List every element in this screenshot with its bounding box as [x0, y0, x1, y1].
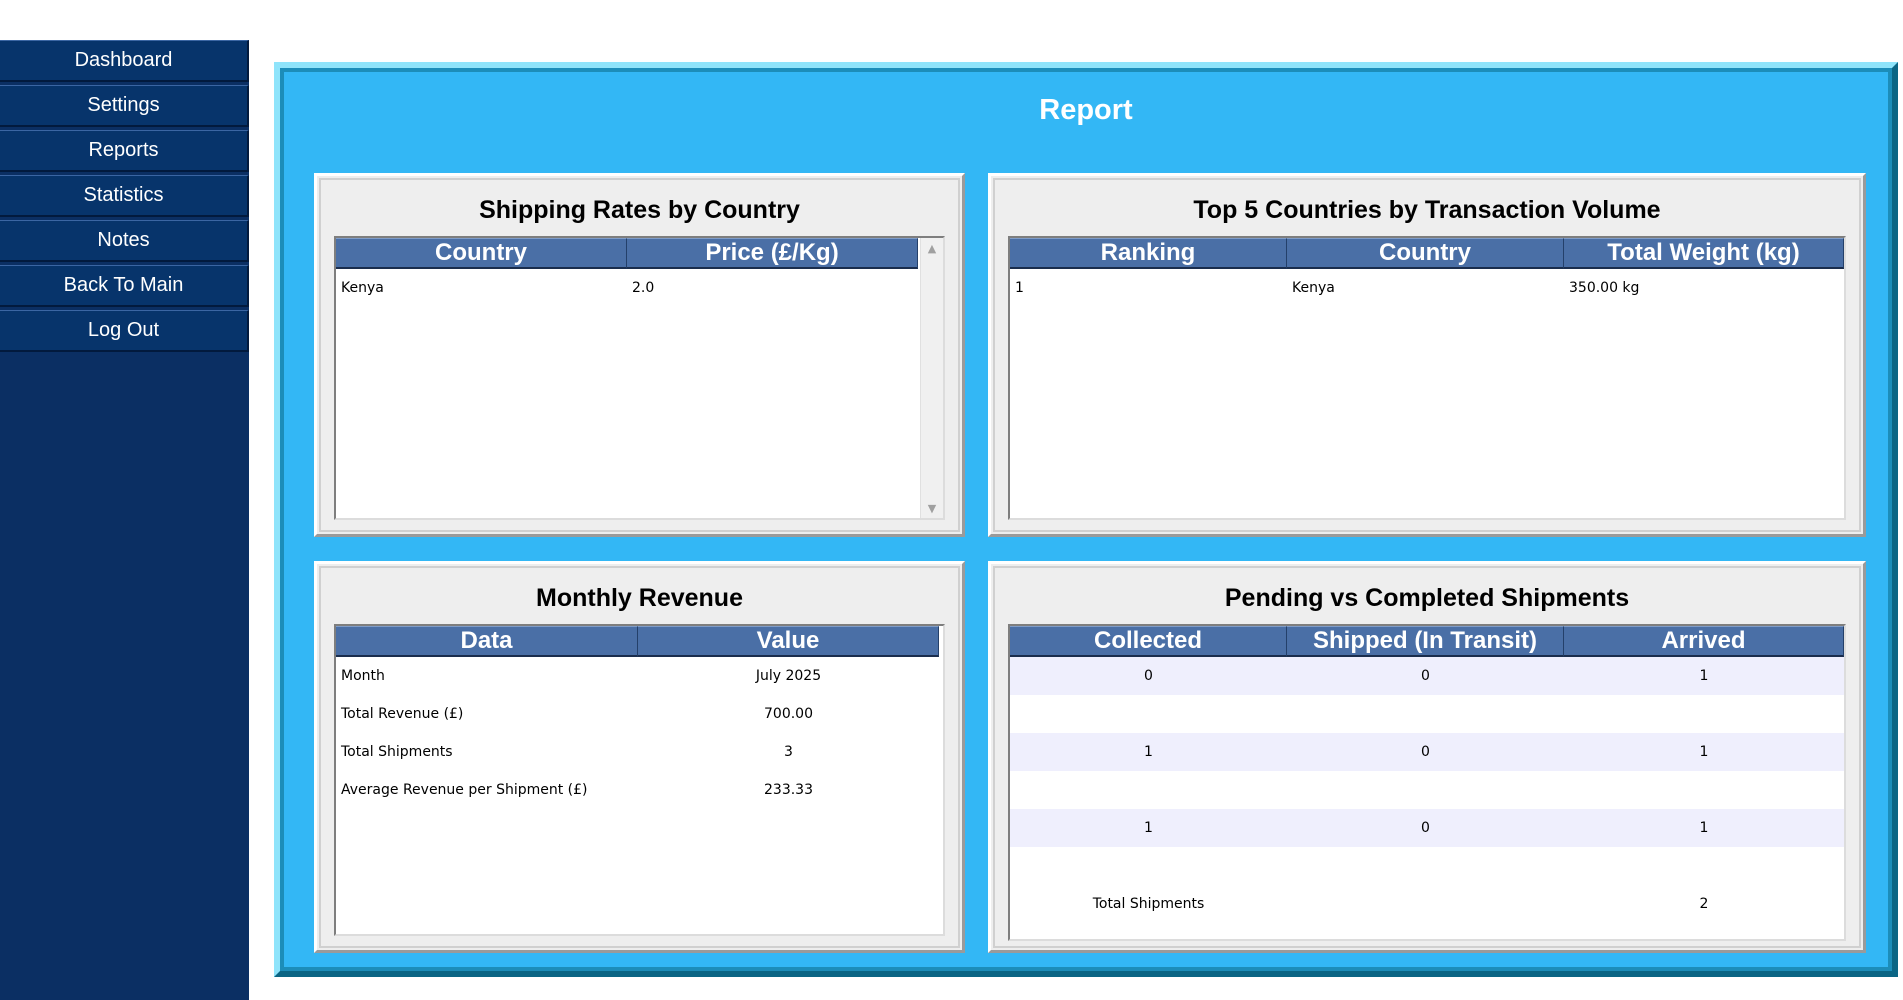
top-countries-title: Top 5 Countries by Transaction Volume [1193, 196, 1661, 224]
shipping-rates-table[interactable]: Country Price (£/Kg) Kenya 2.0 ▲ ▼ [334, 236, 945, 520]
cell-shipped: 0 [1421, 820, 1430, 836]
report-frame: Report Shipping Rates by Country Country… [274, 62, 1898, 977]
table-row[interactable]: 1 0 1 [1010, 809, 1844, 847]
scroll-down-icon[interactable]: ▼ [921, 498, 943, 518]
total-shipments-value: 2 [1699, 896, 1709, 912]
table-row[interactable]: 0 0 1 [1010, 657, 1844, 695]
column-header-value[interactable]: Value [638, 626, 939, 657]
shipping-rates-header: Country Price (£/Kg) [336, 238, 918, 269]
table-row[interactable]: Average Revenue per Shipment (£) 233.33 [336, 771, 943, 809]
cell-price: 2.0 [632, 280, 655, 296]
table-row[interactable]: 1 Kenya 350.00 kg [1010, 269, 1844, 307]
cell-total-weight: 350.00 kg [1569, 280, 1640, 296]
cell-data-value: July 2025 [755, 668, 822, 684]
nav-reports-button[interactable]: Reports [0, 130, 249, 172]
total-shipments-label: Total Shipments [1092, 896, 1205, 912]
top-countries-table[interactable]: Ranking Country Total Weight (kg) 1 Keny… [1008, 236, 1846, 520]
table-row[interactable]: Total Shipments 3 [336, 733, 943, 771]
table-row[interactable]: Total Revenue (£) 700.00 [336, 695, 943, 733]
shipments-header: Collected Shipped (In Transit) Arrived [1010, 626, 1844, 657]
nav-back-to-main-button[interactable]: Back To Main [0, 265, 249, 307]
table-row[interactable] [1010, 771, 1844, 809]
top-countries-header: Ranking Country Total Weight (kg) [1010, 238, 1844, 269]
scroll-up-icon[interactable]: ▲ [921, 238, 943, 258]
cell-data-label: Total Shipments [341, 744, 453, 760]
table-row[interactable]: Kenya 2.0 [336, 269, 918, 307]
column-header-total-weight[interactable]: Total Weight (kg) [1564, 238, 1844, 269]
cell-arrived: 1 [1699, 668, 1709, 684]
cell-country: Kenya [341, 280, 384, 296]
cell-data-label: Total Revenue (£) [341, 706, 464, 722]
monthly-revenue-title: Monthly Revenue [536, 584, 743, 612]
shipping-rates-panel: Shipping Rates by Country Country Price … [314, 173, 965, 537]
cell-arrived: 1 [1699, 820, 1709, 836]
monthly-revenue-header: Data Value [336, 626, 939, 657]
cell-collected: 1 [1144, 744, 1153, 760]
column-header-shipped[interactable]: Shipped (In Transit) [1287, 626, 1564, 657]
cell-ranking: 1 [1015, 280, 1024, 296]
table-row[interactable] [1010, 847, 1844, 885]
column-header-ranking[interactable]: Ranking [1010, 238, 1287, 269]
nav-settings-button[interactable]: Settings [0, 85, 249, 127]
nav-dashboard-button[interactable]: Dashboard [0, 40, 249, 82]
nav-notes-button[interactable]: Notes [0, 220, 249, 262]
shipments-title: Pending vs Completed Shipments [1224, 584, 1630, 612]
monthly-revenue-table[interactable]: Data Value Month July 2025 Total Revenue… [334, 624, 945, 936]
cell-arrived: 1 [1699, 744, 1709, 760]
column-header-country[interactable]: Country [1287, 238, 1564, 269]
monthly-revenue-panel: Monthly Revenue Data Value Month July 20… [314, 561, 965, 953]
column-header-arrived[interactable]: Arrived [1564, 626, 1844, 657]
column-header-price[interactable]: Price (£/Kg) [627, 238, 918, 269]
vertical-scrollbar[interactable]: ▲ ▼ [920, 238, 943, 518]
shipping-rates-title: Shipping Rates by Country [479, 196, 800, 224]
cell-data-label: Month [341, 668, 385, 684]
column-header-data[interactable]: Data [336, 626, 638, 657]
cell-country: Kenya [1292, 280, 1335, 296]
cell-collected: 1 [1144, 820, 1153, 836]
cell-data-value: 700.00 [764, 706, 813, 722]
report-title: Report [1039, 94, 1133, 126]
table-row[interactable]: 1 0 1 [1010, 733, 1844, 771]
nav-statistics-button[interactable]: Statistics [0, 175, 249, 217]
cell-shipped: 0 [1421, 668, 1430, 684]
table-row[interactable] [1010, 695, 1844, 733]
top-countries-panel: Top 5 Countries by Transaction Volume Ra… [988, 173, 1866, 537]
total-shipments-row[interactable]: Total Shipments 2 [1010, 885, 1844, 923]
column-header-country[interactable]: Country [336, 238, 627, 269]
cell-shipped: 0 [1421, 744, 1430, 760]
shipments-panel: Pending vs Completed Shipments Collected… [988, 561, 1866, 953]
sidebar: Dashboard Settings Reports Statistics No… [0, 40, 249, 1000]
cell-collected: 0 [1144, 668, 1153, 684]
cell-data-label: Average Revenue per Shipment (£) [341, 782, 588, 798]
column-header-collected[interactable]: Collected [1010, 626, 1287, 657]
cell-data-value: 3 [784, 744, 793, 760]
cell-data-value: 233.33 [764, 782, 813, 798]
shipments-table[interactable]: Collected Shipped (In Transit) Arrived 0… [1008, 624, 1846, 941]
table-row[interactable]: Month July 2025 [336, 657, 943, 695]
nav-log-out-button[interactable]: Log Out [0, 310, 249, 352]
